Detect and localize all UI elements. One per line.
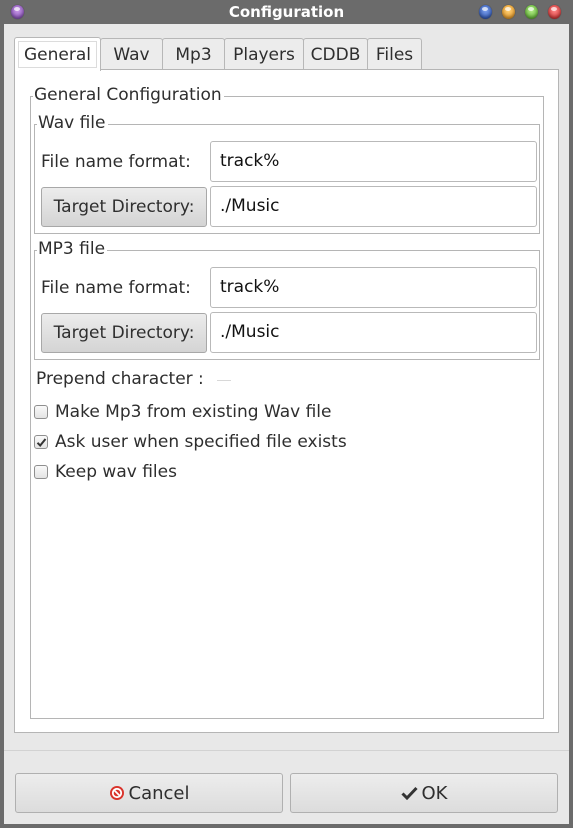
mp3-file-name-format-input[interactable]: track% bbox=[210, 267, 537, 308]
wav-file-name-format-label: File name format: bbox=[41, 152, 191, 172]
wav-file-title: Wav file bbox=[37, 113, 108, 133]
wav-target-directory-button[interactable]: Target Directory: bbox=[41, 187, 207, 227]
checkbox-checked[interactable] bbox=[34, 435, 48, 449]
keep-wav-files-checkbox[interactable]: Keep wav files bbox=[34, 462, 194, 484]
tab-files[interactable]: Files bbox=[367, 38, 422, 69]
general-configuration-group: General Configuration Wav file File name… bbox=[30, 85, 544, 719]
general-tab-pane: General Configuration Wav file File name… bbox=[14, 69, 559, 733]
tab-mp3[interactable]: Mp3 bbox=[162, 38, 225, 69]
mp3-file-name-format-label: File name format: bbox=[41, 278, 191, 298]
minimize-button[interactable] bbox=[502, 5, 515, 19]
tab-cddb[interactable]: CDDB bbox=[303, 38, 368, 69]
ok-button[interactable]: OK bbox=[290, 773, 558, 813]
mp3-file-title: MP3 file bbox=[37, 239, 108, 259]
wav-target-directory-input[interactable]: ./Music bbox=[210, 186, 537, 227]
dialog-body: General Wav Mp3 Players CDDB Files Gener… bbox=[4, 24, 569, 824]
tab-players[interactable]: Players bbox=[224, 38, 304, 69]
prepend-character-input[interactable] bbox=[217, 380, 231, 381]
tab-general[interactable]: General bbox=[14, 37, 101, 71]
mp3-target-directory-input[interactable]: ./Music bbox=[210, 312, 537, 353]
ok-button-label: OK bbox=[421, 782, 448, 804]
maximize-button[interactable] bbox=[525, 5, 538, 19]
title-bar[interactable]: Configuration bbox=[0, 0, 573, 24]
configuration-window: Configuration General Wav Mp3 Players CD… bbox=[0, 0, 573, 828]
make-mp3-from-wav-checkbox[interactable]: Make Mp3 from existing Wav file bbox=[34, 402, 354, 424]
checkbox-unchecked[interactable] bbox=[34, 465, 48, 479]
mp3-file-group: MP3 file File name format: track% Target… bbox=[34, 239, 540, 360]
close-button[interactable] bbox=[548, 5, 561, 19]
wav-file-group: Wav file File name format: track% Target… bbox=[34, 113, 540, 234]
checkbox-unchecked[interactable] bbox=[34, 405, 48, 419]
mp3-target-directory-button[interactable]: Target Directory: bbox=[41, 313, 207, 353]
checkmark-icon bbox=[36, 438, 47, 447]
cancel-button[interactable]: Cancel bbox=[15, 773, 283, 813]
shade-button[interactable] bbox=[479, 5, 492, 19]
tab-wav[interactable]: Wav bbox=[100, 38, 163, 69]
ask-user-when-file-exists-checkbox[interactable]: Ask user when specified file exists bbox=[34, 432, 374, 454]
prepend-character-label: Prepend character : bbox=[36, 369, 204, 389]
general-configuration-title: General Configuration bbox=[33, 85, 224, 105]
button-area-separator bbox=[4, 750, 569, 751]
cancel-icon bbox=[109, 786, 124, 800]
checkmark-icon bbox=[400, 786, 418, 800]
cancel-button-label: Cancel bbox=[128, 782, 190, 804]
wav-file-name-format-input[interactable]: track% bbox=[210, 141, 537, 182]
